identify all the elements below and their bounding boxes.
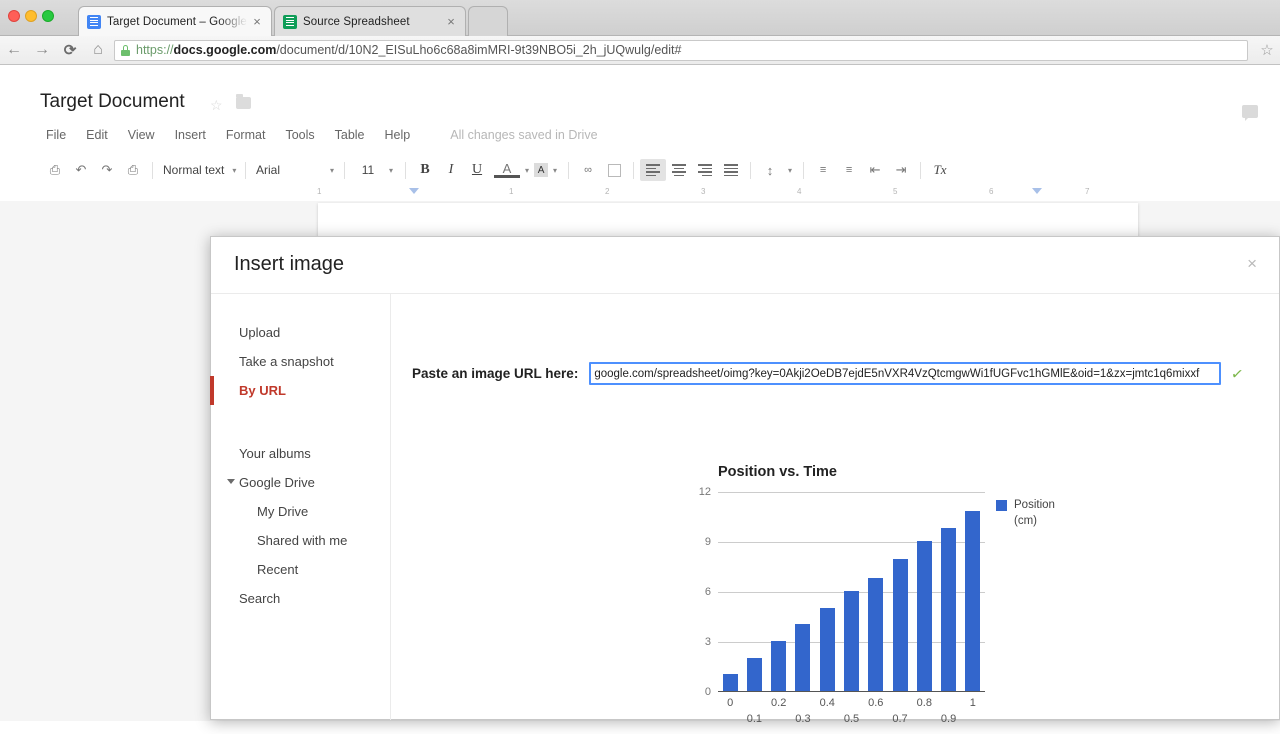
docs-icon: [87, 14, 101, 29]
sidebar-item-label: Google Drive: [239, 475, 315, 490]
sidebar-item-my-drive[interactable]: My Drive: [211, 497, 390, 526]
x-axis-tick-label: 0.5: [843, 713, 860, 725]
chart-gridline: [718, 492, 985, 493]
x-axis-tick-label: 0: [727, 697, 734, 709]
sidebar-item-shared-with-me[interactable]: Shared with me: [211, 526, 390, 555]
sidebar-item-search[interactable]: Search: [211, 584, 390, 613]
image-url-input[interactable]: google.com/spreadsheet/oimg?key=0Akji2Oe…: [589, 362, 1222, 385]
selection-indicator: [210, 376, 214, 405]
sidebar-item-take-a-snapshot[interactable]: Take a snapshot: [211, 347, 390, 376]
close-icon[interactable]: ×: [249, 15, 265, 28]
sidebar-item-label: By URL: [239, 383, 286, 398]
x-axis-tick-label: 0.1: [746, 713, 763, 725]
chart-plot-area: 0 3 6 9 12 0 0.1 0.2 0.3 0.4 0.5 0.6 0.7 0.8 0.9 1: [699, 486, 985, 725]
y-axis-tick-label: 9: [704, 536, 711, 548]
dialog-header: Insert image ×: [211, 237, 1279, 294]
sidebar-item-recent[interactable]: Recent: [211, 555, 390, 584]
x-axis-tick-label: 0.9: [940, 713, 957, 725]
chart-bar: [892, 559, 908, 691]
image-preview-chart: Position vs. Time 0 3 6 9 12 0 0.1 0.2 0.3 0.4 0.5…: [666, 464, 1096, 734]
sidebar-item-label: Search: [239, 591, 281, 606]
tab-title: Source Spreadsheet: [303, 15, 410, 28]
url-input-row: Paste an image URL here: google.com/spre…: [412, 362, 1245, 385]
x-axis-tick-label: 0.3: [795, 713, 811, 725]
close-icon[interactable]: ×: [1247, 255, 1257, 272]
sidebar-item-label: Upload: [239, 325, 281, 340]
tab-target-document[interactable]: Target Document – Google Docs ×: [78, 6, 272, 36]
sidebar-item-label: Shared with me: [257, 533, 348, 548]
sidebar-item-label: Your albums: [239, 446, 311, 461]
legend-swatch: [996, 500, 1007, 511]
chart-bar: [819, 607, 835, 691]
chart-bar: [916, 541, 932, 691]
check-icon: ✓: [1230, 364, 1245, 384]
chart-bar: [843, 591, 860, 691]
chart-legend: Position (cm): [996, 498, 1055, 529]
tab-title: Target Document – Google Docs: [107, 15, 249, 28]
x-axis-tick-label: 0.4: [819, 697, 835, 709]
dialog-title: Insert image: [234, 253, 345, 275]
sheets-icon: [283, 14, 297, 29]
y-axis-tick-label: 6: [704, 586, 711, 598]
y-axis-tick-label: 12: [698, 486, 711, 498]
sidebar-item-upload[interactable]: Upload: [211, 318, 390, 347]
y-axis-tick-label: 3: [704, 636, 711, 648]
x-axis-tick-label: 0.7: [892, 713, 908, 725]
y-axis-tick-label: 0: [704, 686, 711, 698]
sidebar-item-google-drive[interactable]: Google Drive: [211, 468, 390, 497]
chart-bar: [746, 657, 762, 691]
dialog-sidebar: Upload Take a snapshot By URL Your album…: [210, 294, 391, 720]
sidebar-item-by-url[interactable]: By URL: [210, 376, 390, 405]
chart-bar: [722, 674, 738, 691]
legend-label-line1: Position: [1014, 499, 1055, 511]
dialog-body: Upload Take a snapshot By URL Your album…: [210, 294, 1279, 725]
chevron-down-icon[interactable]: [227, 479, 235, 484]
sidebar-item-label: My Drive: [257, 504, 309, 519]
x-axis-tick-label: 0.2: [771, 697, 787, 709]
chart-title: Position vs. Time: [718, 464, 837, 480]
insert-image-dialog: Insert image × Upload Take a snapshot By…: [210, 236, 1280, 725]
x-axis-tick-label: 0.6: [868, 697, 884, 709]
legend-label-line2: (cm): [1014, 514, 1037, 527]
url-input-label: Paste an image URL here:: [412, 366, 579, 381]
x-axis-tick-label: 1: [969, 697, 976, 709]
dialog-content: Paste an image URL here: google.com/spre…: [391, 294, 1279, 725]
tab-source-spreadsheet[interactable]: Source Spreadsheet ×: [274, 6, 466, 36]
chart-bar: [965, 511, 981, 691]
sidebar-item-label: Take a snapshot: [239, 354, 334, 369]
x-axis-tick-label: 0.8: [916, 697, 932, 709]
chart-bar: [941, 527, 957, 691]
sidebar-item-your-albums[interactable]: Your albums: [211, 439, 390, 468]
chart-bar: [795, 624, 811, 691]
close-icon[interactable]: ×: [443, 15, 459, 28]
chart-bar: [868, 577, 884, 691]
sidebar-item-label: Recent: [257, 562, 299, 577]
chart-bar: [771, 641, 787, 691]
legend-label: Position (cm): [1014, 498, 1055, 529]
